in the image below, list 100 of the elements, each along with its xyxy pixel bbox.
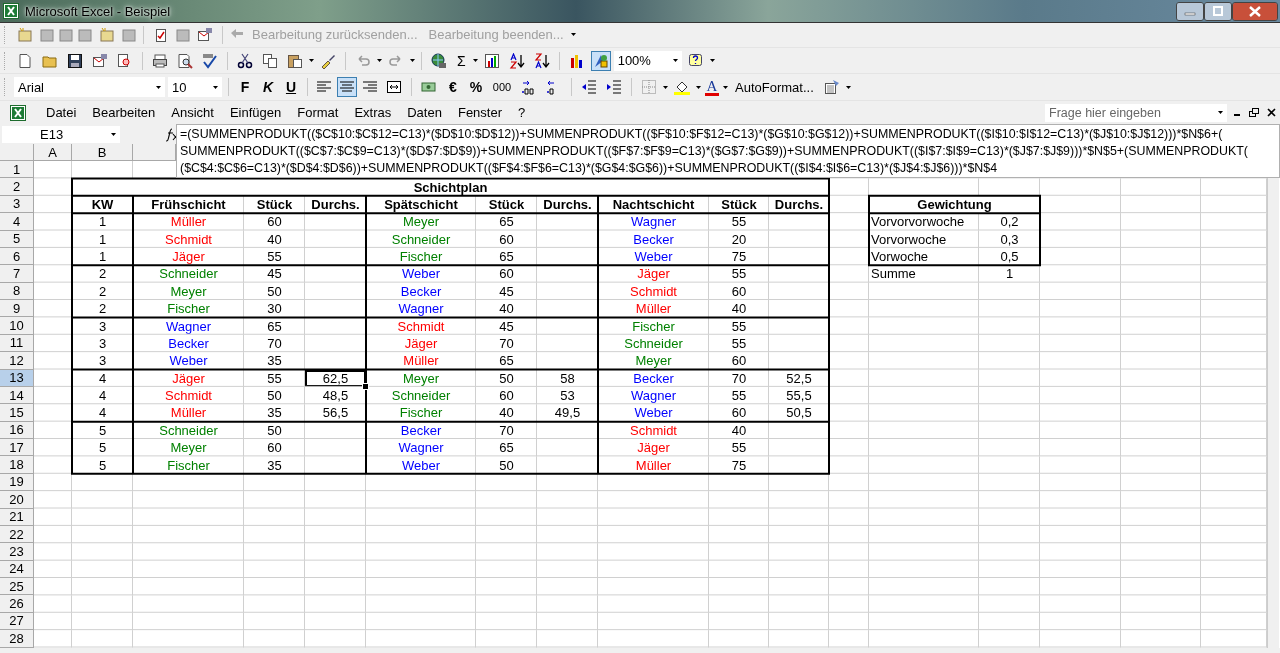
row-header[interactable]: 1 — [0, 161, 34, 179]
excel-document-icon[interactable] — [10, 104, 26, 121]
row-header[interactable]: 4 — [0, 213, 34, 231]
chart-wizard-icon[interactable] — [483, 52, 500, 69]
zoom-dropdown[interactable]: 100% — [613, 50, 682, 71]
autoformat-button[interactable]: AutoFormat... — [731, 79, 818, 95]
row-header[interactable]: 10 — [0, 317, 34, 335]
row-header[interactable]: 25 — [0, 578, 34, 596]
row-header[interactable]: 12 — [0, 352, 34, 370]
dropdown-caret-icon[interactable] — [156, 85, 161, 89]
increase-decimal-icon[interactable] — [521, 79, 537, 95]
menu-item[interactable]: Ansicht — [163, 105, 222, 120]
dropdown-caret-icon[interactable] — [672, 59, 678, 62]
function-icon[interactable] — [166, 126, 179, 142]
italic-button[interactable]: K — [258, 77, 278, 97]
autosum-button[interactable]: Σ — [453, 52, 470, 69]
decrease-indent-icon[interactable] — [581, 79, 597, 95]
sort-ascending-icon[interactable] — [508, 52, 525, 69]
toolbar-options-icon[interactable] — [570, 33, 576, 36]
vertical-scrollbar[interactable] — [1267, 178, 1279, 648]
name-box[interactable]: E13 — [2, 125, 120, 143]
minimize-icon[interactable] — [1176, 1, 1204, 21]
toolbar-options-icon[interactable] — [709, 59, 715, 62]
table-cell-text: Jäger — [636, 265, 671, 283]
help-search-field[interactable]: Frage hier eingeben — [1045, 103, 1227, 122]
thousands-separator-button[interactable]: 000 — [489, 77, 515, 97]
dropdown-caret-icon[interactable] — [213, 85, 218, 89]
print-preview-icon[interactable] — [177, 52, 193, 69]
mail-icon[interactable] — [197, 26, 213, 43]
search-document-icon[interactable] — [117, 52, 133, 69]
currency-icon[interactable] — [421, 79, 437, 95]
menu-item[interactable]: Daten — [399, 105, 450, 120]
paste-icon[interactable] — [287, 52, 303, 69]
maximize-icon[interactable] — [1204, 1, 1232, 21]
dropdown-caret-icon[interactable] — [309, 59, 314, 62]
row-header[interactable]: 18 — [0, 456, 34, 474]
font-size-dropdown[interactable]: 10 — [168, 77, 222, 97]
save-icon[interactable] — [67, 52, 83, 69]
menu-item[interactable]: Fenster — [449, 105, 510, 120]
underline-button[interactable]: U — [281, 77, 301, 97]
row-header[interactable]: 28 — [0, 630, 34, 648]
merge-center-icon[interactable] — [386, 79, 402, 95]
font-color-button[interactable]: A — [704, 76, 720, 98]
menu-item[interactable]: ? — [510, 105, 534, 120]
clipboard-check-icon[interactable] — [153, 26, 169, 43]
bar-chart-icon[interactable] — [568, 52, 585, 69]
increase-indent-icon[interactable] — [606, 79, 622, 95]
table-cell-text: Meyer — [634, 352, 673, 370]
menu-item[interactable]: Extras — [346, 105, 400, 120]
dropdown-caret-icon[interactable] — [723, 85, 728, 89]
row-header[interactable]: 7 — [0, 265, 34, 283]
restore-icon[interactable] — [1249, 108, 1259, 117]
new-document-icon[interactable] — [17, 52, 33, 69]
table-cell-text: Fischer — [166, 456, 211, 474]
row-header[interactable]: 2 — [0, 178, 34, 196]
row-header[interactable]: 26 — [0, 595, 34, 613]
spelling-check-icon[interactable] — [202, 52, 218, 69]
format-painter-icon[interactable] — [320, 52, 336, 69]
row-header[interactable]: 20 — [0, 491, 34, 509]
percent-button[interactable]: % — [466, 77, 486, 97]
row-header[interactable]: 9 — [0, 300, 34, 318]
menu-item[interactable]: Bearbeiten — [84, 105, 164, 120]
row-header[interactable]: 15 — [0, 404, 34, 422]
column-header[interactable]: B — [72, 144, 133, 161]
table-cell-text: 55 — [730, 334, 748, 353]
column-heading: Frühschicht — [150, 195, 227, 214]
dropdown-caret-icon[interactable] — [410, 59, 415, 62]
close-icon[interactable] — [1232, 1, 1278, 21]
row-header[interactable]: 23 — [0, 543, 34, 561]
table-title: Gewichtung — [916, 195, 993, 214]
table-cell-text: 1 — [97, 248, 108, 266]
sort-descending-icon[interactable] — [533, 52, 550, 69]
hyperlink-globe-icon[interactable] — [431, 52, 447, 69]
font-dropdown[interactable]: Arial — [14, 77, 165, 97]
dropdown-caret-icon[interactable] — [1218, 111, 1223, 114]
close-icon[interactable] — [1267, 108, 1276, 117]
cut-icon[interactable] — [237, 52, 253, 69]
dropdown-caret-icon[interactable] — [111, 132, 116, 136]
row-header[interactable]: 17 — [0, 439, 34, 457]
menu-item[interactable]: Einfügen — [221, 105, 290, 120]
autoformat-options-icon[interactable] — [823, 79, 840, 95]
euro-button[interactable]: € — [443, 77, 463, 97]
toolbar-options-icon[interactable] — [845, 85, 851, 89]
table-cell-text: 53 — [559, 387, 576, 405]
column-header[interactable]: A — [34, 144, 72, 161]
print-icon[interactable] — [152, 52, 168, 69]
dropdown-caret-icon[interactable] — [472, 59, 478, 62]
dropdown-caret-icon[interactable] — [377, 59, 382, 62]
menu-item[interactable]: Format — [289, 105, 347, 120]
table-cell-text: Vorvorwoche — [870, 230, 948, 248]
help-icon[interactable] — [687, 52, 704, 69]
fill-color-icon[interactable] — [674, 79, 690, 95]
table-cell-text: Meyer — [401, 213, 441, 231]
copy-icon[interactable] — [262, 52, 278, 69]
table-cell-text: 4 — [97, 369, 108, 387]
bold-button[interactable]: F — [235, 77, 255, 97]
menu-item[interactable]: Datei — [38, 105, 85, 120]
formula-field[interactable]: =(SUMMENPRODUKT(($C$10:$C$12=C13)*($D$10:$D$12))+SUMMENPRODUKT(($F$10:$F$12=C13)*($G$10:$G$12))+SUMMENPRODUKT(($I$10:$I$12=C13)*($J$10:$J$12)))*$N$6+( SUMMENPRODUKT(($C$7:$C$9=C13)*($D$7:$D$9))+SUMMENPRODUKT(($F$7:$F$9=C13)*($G$7:$G$9))+SUMMENPRODUKT(($I$7:$I$9=C13)*($J$7:$J$9)))*$N$5+(SUMMENPRODUKT( ($C$4:$C$6=C13)*($D$4:$D$6))+SUMMENPRODUKT(($F$4:$F$6=C13)*($G$4:$G$6))+SUMMENPRODUKT(($I$4:$I$6=C13)*($J$4:$J$6)))*$N$4 — [176, 124, 1280, 178]
dropdown-caret-icon[interactable] — [696, 85, 701, 89]
dropdown-caret-icon[interactable] — [663, 85, 668, 89]
